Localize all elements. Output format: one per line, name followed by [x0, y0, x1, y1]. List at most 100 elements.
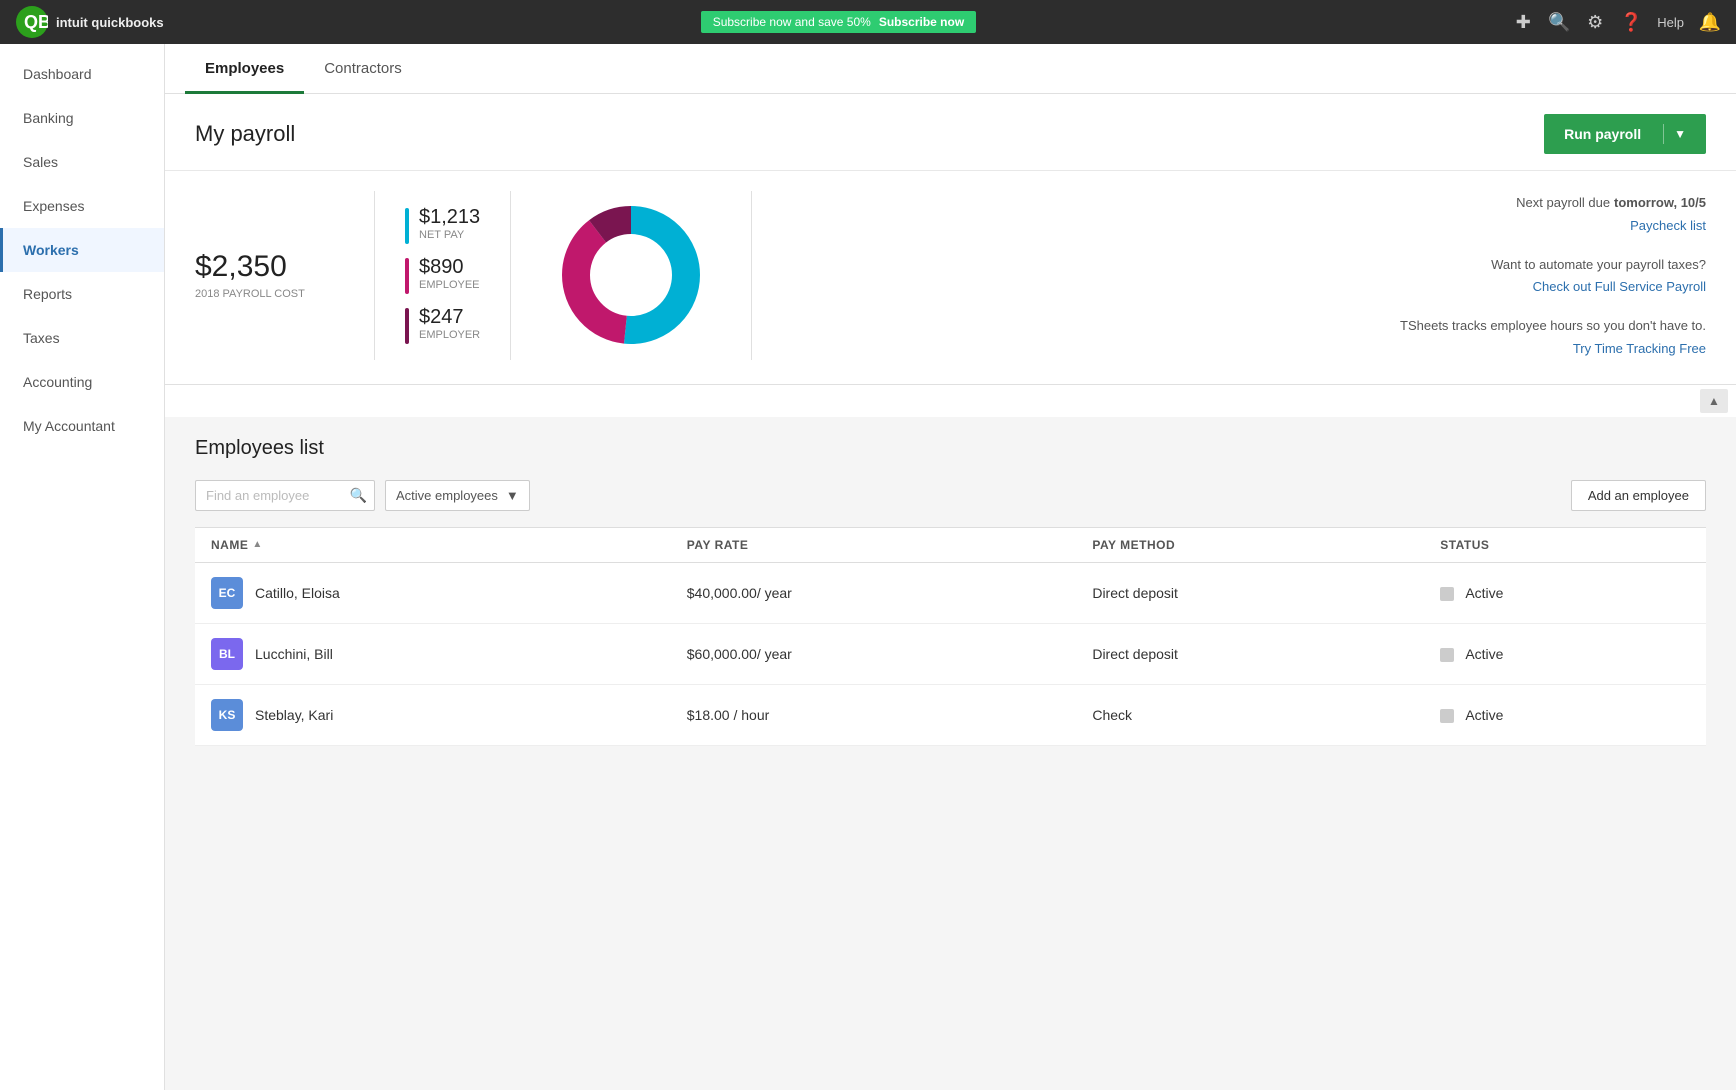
quickbooks-logo-icon: QB	[16, 6, 48, 38]
employee-name-cell: BL Lucchini, Bill	[195, 623, 671, 684]
subscribe-now-button[interactable]: Subscribe now	[879, 15, 964, 29]
col-status: STATUS	[1424, 527, 1706, 562]
top-nav-center: Subscribe now and save 50% Subscribe now	[164, 11, 1514, 33]
collapse-button[interactable]: ▲	[1700, 389, 1728, 413]
full-service-link[interactable]: Check out Full Service Payroll	[1533, 279, 1706, 294]
run-payroll-button[interactable]: Run payroll ▼	[1544, 114, 1706, 154]
table-row[interactable]: BL Lucchini, Bill $60,000.00/ year Direc…	[195, 623, 1706, 684]
employee-status: Active	[1424, 684, 1706, 745]
tabs-bar: Employees Contractors	[165, 44, 1736, 94]
tab-employees[interactable]: Employees	[185, 44, 304, 94]
payroll-header: My payroll Run payroll ▼	[165, 94, 1736, 170]
top-nav-actions: ✚ 🔍 ⚙ ❓ Help 🔔	[1513, 12, 1720, 32]
list-toolbar-left: 🔍 Active employees ▼	[195, 480, 530, 511]
net-pay-amount: $1,213	[419, 206, 480, 229]
chevron-down-icon: ▼	[506, 488, 519, 503]
settings-icon[interactable]: ⚙	[1585, 12, 1605, 32]
status-icon	[1440, 587, 1454, 601]
search-wrap: 🔍	[195, 480, 375, 511]
automate-block: Want to automate your payroll taxes? Che…	[782, 253, 1706, 299]
col-name: NAME ▲	[195, 527, 671, 562]
employees-tbody: EC Catillo, Eloisa $40,000.00/ year Dire…	[195, 562, 1706, 745]
sidebar-item-accounting[interactable]: Accounting	[0, 360, 164, 404]
donut-chart-wrapper	[511, 191, 752, 360]
tab-contractors[interactable]: Contractors	[304, 44, 422, 94]
automate-text: Want to automate your payroll taxes?	[1491, 257, 1706, 272]
status-icon	[1440, 709, 1454, 723]
table-row[interactable]: EC Catillo, Eloisa $40,000.00/ year Dire…	[195, 562, 1706, 623]
donut-chart	[551, 195, 711, 355]
chevron-down-icon: ▼	[1674, 127, 1686, 141]
avatar: KS	[211, 699, 243, 731]
summary-breakdown: $1,213 NET PAY $890 EMPLOYEE $247 EMPL	[375, 191, 511, 360]
avatar: BL	[211, 638, 243, 670]
add-icon[interactable]: ✚	[1513, 12, 1533, 32]
employee-status: Active	[1424, 562, 1706, 623]
employee-name-cell: EC Catillo, Eloisa	[195, 562, 671, 623]
employee-pay-rate: $40,000.00/ year	[671, 562, 1077, 623]
employee-pay-method: Direct deposit	[1076, 623, 1424, 684]
status-icon	[1440, 648, 1454, 662]
sidebar-item-reports[interactable]: Reports	[0, 272, 164, 316]
employee-name: Lucchini, Bill	[255, 646, 333, 662]
notifications-icon[interactable]: 🔔	[1700, 12, 1720, 32]
net-pay-bar	[405, 208, 409, 244]
add-employee-button[interactable]: Add an employee	[1571, 480, 1706, 511]
employer-amount: $247	[419, 306, 480, 329]
run-payroll-label: Run payroll	[1564, 126, 1653, 142]
time-tracking-link[interactable]: Try Time Tracking Free	[1573, 341, 1706, 356]
next-payroll-date: tomorrow, 10/5	[1614, 195, 1706, 210]
search-input[interactable]	[195, 480, 375, 511]
active-employees-filter[interactable]: Active employees ▼	[385, 480, 530, 511]
logo: QB intuit quickbooks	[16, 6, 164, 38]
table-header: NAME ▲ PAY RATE PAY METHOD STATUS	[195, 527, 1706, 562]
avatar: EC	[211, 577, 243, 609]
employer-bar	[405, 308, 409, 344]
next-payroll-block: Next payroll due tomorrow, 10/5 Paycheck…	[782, 191, 1706, 237]
tsheets-text: TSheets tracks employee hours so you don…	[1400, 318, 1706, 333]
employees-table: NAME ▲ PAY RATE PAY METHOD STATUS EC Cat…	[195, 527, 1706, 746]
col-pay-method: PAY METHOD	[1076, 527, 1424, 562]
sidebar-item-taxes[interactable]: Taxes	[0, 316, 164, 360]
payroll-title: My payroll	[195, 121, 295, 147]
employee-bar	[405, 258, 409, 294]
sidebar-item-banking[interactable]: Banking	[0, 96, 164, 140]
sidebar-item-my-accountant[interactable]: My Accountant	[0, 404, 164, 448]
help-icon[interactable]: ❓	[1621, 12, 1641, 32]
tsheets-block: TSheets tracks employee hours so you don…	[782, 314, 1706, 360]
sidebar-item-expenses[interactable]: Expenses	[0, 184, 164, 228]
col-pay-rate: PAY RATE	[671, 527, 1077, 562]
table-row[interactable]: KS Steblay, Kari $18.00 / hour Check Act…	[195, 684, 1706, 745]
list-toolbar: 🔍 Active employees ▼ Add an employee	[195, 480, 1706, 511]
search-icon[interactable]: 🔍	[1549, 12, 1569, 32]
payroll-summary: $2,350 2018 PAYROLL COST $1,213 NET PAY …	[165, 170, 1736, 384]
filter-label: Active employees	[396, 488, 498, 503]
employee-amount: $890	[419, 256, 480, 279]
employee-pay-method: Check	[1076, 684, 1424, 745]
employee-pay-rate: $18.00 / hour	[671, 684, 1077, 745]
breakdown-employer: $247 EMPLOYER	[405, 306, 480, 344]
sidebar: Dashboard Banking Sales Expenses Workers…	[0, 44, 165, 1090]
summary-right-info: Next payroll due tomorrow, 10/5 Paycheck…	[752, 191, 1706, 360]
payroll-cost-label: 2018 PAYROLL COST	[195, 288, 344, 300]
paycheck-list-link[interactable]: Paycheck list	[1630, 218, 1706, 233]
subscribe-text: Subscribe now and save 50%	[713, 15, 871, 29]
employees-list-title: Employees list	[195, 437, 1706, 460]
subscribe-banner: Subscribe now and save 50% Subscribe now	[701, 11, 976, 33]
help-label: Help	[1657, 15, 1684, 30]
sidebar-item-sales[interactable]: Sales	[0, 140, 164, 184]
employee-name-cell: KS Steblay, Kari	[195, 684, 671, 745]
summary-cost-block: $2,350 2018 PAYROLL COST	[195, 191, 375, 360]
net-pay-label: NET PAY	[419, 229, 480, 241]
employee-label: EMPLOYEE	[419, 279, 480, 291]
sidebar-item-dashboard[interactable]: Dashboard	[0, 52, 164, 96]
employee-status: Active	[1424, 623, 1706, 684]
employer-label: EMPLOYER	[419, 329, 480, 341]
app-body: Dashboard Banking Sales Expenses Workers…	[0, 44, 1736, 1090]
employee-name: Catillo, Eloisa	[255, 585, 340, 601]
main-content: Employees Contractors My payroll Run pay…	[165, 44, 1736, 1090]
employee-pay-rate: $60,000.00/ year	[671, 623, 1077, 684]
payroll-cost: $2,350	[195, 250, 344, 284]
logo-text: intuit quickbooks	[56, 15, 164, 30]
sidebar-item-workers[interactable]: Workers	[0, 228, 164, 272]
